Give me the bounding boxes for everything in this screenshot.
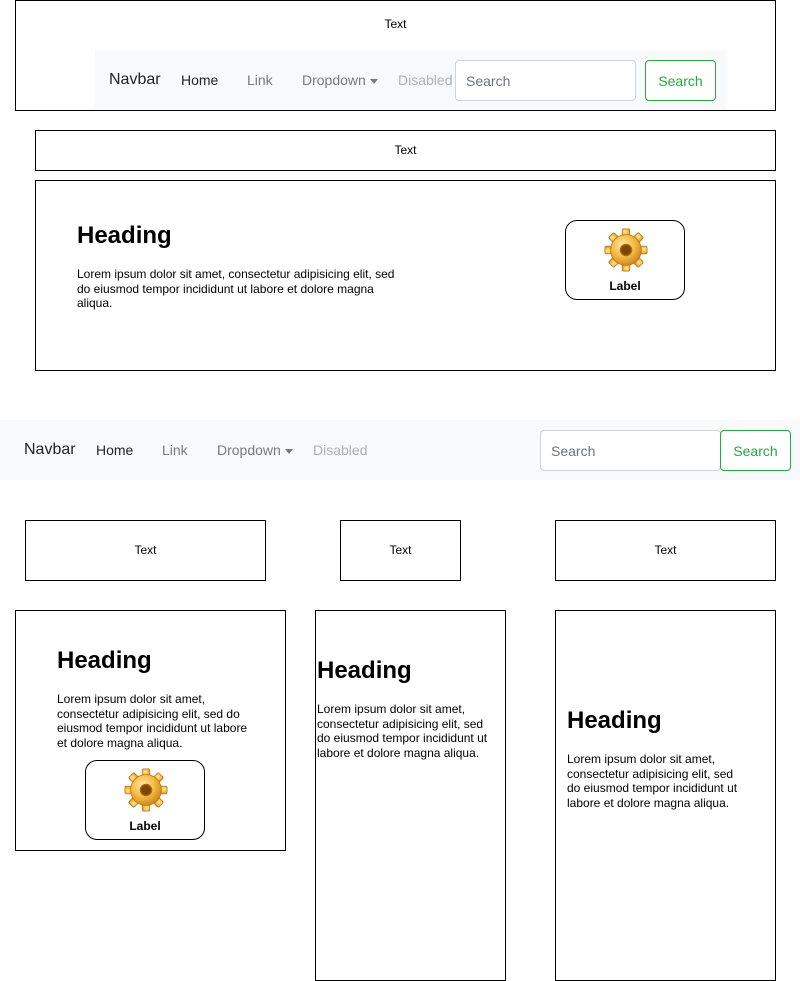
nav-link-home[interactable]: Home — [96, 442, 133, 458]
card-1-icon-button[interactable]: Label — [85, 760, 205, 840]
search-input[interactable] — [540, 430, 721, 471]
text-box-3-label: Text — [654, 543, 677, 557]
nav-link-disabled: Disabled — [398, 72, 453, 88]
text-box-2-label: Text — [389, 543, 412, 557]
card-3-heading: Heading — [567, 707, 662, 734]
gear-icon — [123, 767, 169, 813]
nav-link-home[interactable]: Home — [181, 72, 218, 88]
caret-down-icon — [369, 78, 378, 84]
card-1-icon-label: Label — [129, 819, 161, 833]
hero-heading: Heading — [77, 222, 172, 249]
search-button[interactable]: Search — [645, 60, 716, 101]
card-2-body-text: Lorem ipsum dolor sit amet, consectetur … — [317, 702, 488, 760]
nav-dropdown[interactable]: Dropdown — [217, 442, 293, 458]
search-input[interactable] — [455, 60, 636, 101]
nav-dropdown-label: Dropdown — [217, 442, 281, 458]
nav-dropdown[interactable]: Dropdown — [302, 72, 378, 88]
nav-link-disabled: Disabled — [313, 442, 368, 458]
navbar-brand[interactable]: Navbar — [109, 71, 161, 89]
navbar-full: Navbar Home Link Dropdown Disabled Searc… — [0, 420, 800, 480]
hero-icon-button[interactable]: Label — [565, 220, 685, 300]
hero-body-text: Lorem ipsum dolor sit amet, consectetur … — [77, 267, 395, 310]
text-box-1-label: Text — [134, 543, 157, 557]
nav-link-link[interactable]: Link — [162, 442, 188, 458]
navbar-compact: Navbar Home Link Dropdown Disabled Searc… — [95, 50, 726, 110]
navbar-brand[interactable]: Navbar — [24, 441, 76, 459]
card-2-heading: Heading — [317, 657, 412, 684]
hero-icon-label: Label — [609, 279, 641, 293]
nav-dropdown-label: Dropdown — [302, 72, 366, 88]
card-1-heading: Heading — [57, 647, 152, 674]
card-1-body-text: Lorem ipsum dolor sit amet, consectetur … — [57, 692, 248, 750]
caret-down-icon — [284, 448, 293, 454]
search-button[interactable]: Search — [720, 430, 791, 471]
gear-icon — [603, 227, 649, 273]
card-3-body-text: Lorem ipsum dolor sit amet, consectetur … — [567, 752, 738, 810]
top-text-label: Text — [384, 17, 407, 31]
wide-text-label: Text — [394, 143, 417, 157]
nav-link-link[interactable]: Link — [247, 72, 273, 88]
